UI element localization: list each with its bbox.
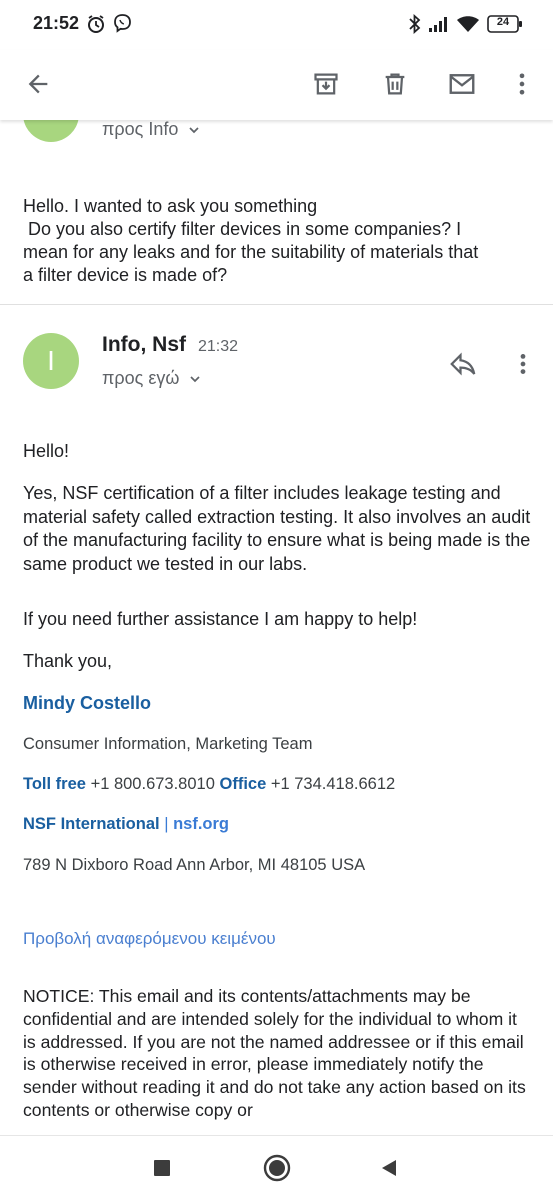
trash-icon [385,73,405,95]
home-button[interactable] [259,1150,295,1186]
message-time: 21:32 [198,338,239,355]
conversation-view[interactable]: προς Info Hello. I wanted to ask you som… [0,120,553,1135]
recipient-label: προς Info [102,120,179,139]
recents-button[interactable] [144,1150,180,1186]
more-vert-icon [519,73,525,95]
body-line: mean for any leaks and for the suitabili… [23,242,479,262]
recipient-label: προς εγώ [102,368,180,388]
recipient-details-toggle[interactable]: προς Info [102,120,202,140]
wifi-icon [456,14,480,39]
message-body: Hello. I wanted to ask you something Do … [23,195,478,287]
home-circle-icon [263,1154,291,1182]
app-bar [0,50,553,120]
back-nav-button[interactable] [371,1150,407,1186]
viber-icon [112,13,133,39]
more-options-button[interactable] [498,60,546,108]
body-line: a filter device is made of? [23,265,228,285]
mail-icon [449,74,475,94]
body-line: Do you also certify filter devices in so… [23,219,462,239]
org-separator: | [164,815,169,833]
sender-name: Info, Nsf [102,333,186,356]
chevron-down-icon [189,126,199,133]
closing: Thank you, [23,651,113,671]
message-previous[interactable]: προς Info Hello. I wanted to ask you som… [0,120,553,305]
status-bar: 21:52 24 [0,0,553,50]
signature-org: NSF International | nsf.org [23,815,229,834]
greeting: Hello! [23,441,70,461]
recipient-details-toggle[interactable]: προς εγώ [102,368,203,389]
body-paragraph: Yes, NSF certification of a filter inclu… [23,483,531,574]
battery-level: 24 [496,16,510,28]
body-line: Hello. I wanted to ask you something [23,196,318,216]
signature-title: Consumer Information, Marketing Team [23,735,313,753]
triangle-back-icon [382,1160,396,1176]
org-name: NSF International [23,815,160,833]
show-quoted-text-link[interactable]: Προβολή αναφερόμενου κειμένου [23,929,276,949]
message-more-button[interactable] [505,346,541,382]
reply-button[interactable] [445,346,481,382]
system-nav-bar [0,1135,553,1200]
signature-address: 789 N Dixboro Road Ann Arbor, MI 48105 U… [23,856,366,874]
org-site-link[interactable]: nsf.org [173,815,229,833]
signature-name: Mindy Costello [23,693,152,713]
office-number[interactable]: +1 734.418.6612 [271,775,395,793]
office-label: Office [219,775,267,793]
signature-phones: Toll free +1 800.673.8010 Office +1 734.… [23,775,395,794]
notice-text: NOTICE: This email and its contents/atta… [23,986,526,1120]
arrow-back-icon [28,74,48,94]
chevron-down-icon [190,375,201,382]
status-time: 21:52 [33,13,80,33]
sender-avatar: I [23,333,79,389]
archive-icon [314,73,338,95]
avatar [23,120,79,142]
toll-free-label: Toll free [23,775,86,793]
battery-icon: 24 [487,15,523,38]
bluetooth-icon [408,13,422,39]
more-vert-icon [520,354,526,374]
square-icon [154,1160,170,1176]
archive-button[interactable] [302,60,350,108]
signal-icon [427,14,451,39]
mark-unread-button[interactable] [438,60,486,108]
toll-free-number[interactable]: +1 800.673.8010 [91,775,215,793]
reply-icon [450,352,476,376]
alarm-icon [86,14,106,39]
body-paragraph: If you need further assistance I am happ… [23,609,418,629]
back-button[interactable] [14,60,62,108]
delete-button[interactable] [371,60,419,108]
